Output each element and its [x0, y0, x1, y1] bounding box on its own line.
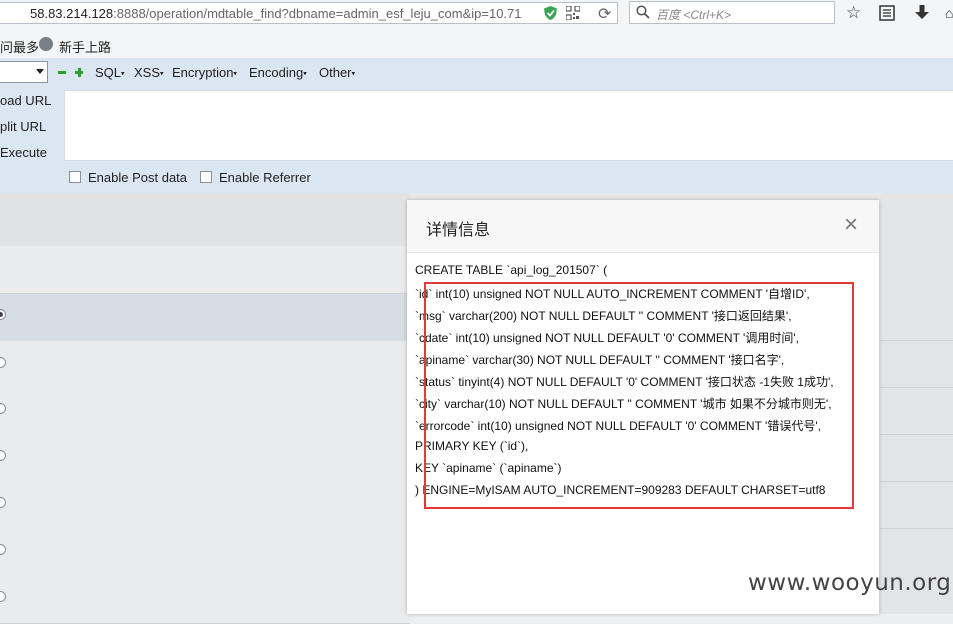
divider — [880, 481, 953, 482]
address-bar[interactable]: 58.83.214.128:8888/operation/mdtable_fin… — [0, 2, 618, 24]
watermark: www.wooyun.org — [748, 570, 952, 596]
home-icon[interactable]: ⌂ — [945, 5, 953, 21]
table-row[interactable] — [0, 341, 410, 389]
menu-encryption[interactable]: Encryption▾ — [172, 65, 237, 80]
row-radio[interactable] — [0, 403, 6, 414]
sql-line: CREATE TABLE `api_log_201507` ( — [415, 263, 608, 277]
reload-icon[interactable]: ⟳ — [598, 4, 611, 24]
search-icon — [636, 5, 650, 19]
divider — [880, 340, 953, 341]
dialog-title: 详情信息 — [426, 222, 491, 239]
row-radio[interactable] — [0, 497, 6, 508]
hackbar-select[interactable] — [0, 61, 48, 83]
dialog-header: 详情信息 × — [407, 200, 879, 253]
enable-post-label: Enable Post data — [88, 170, 188, 185]
chevron-down-icon — [36, 69, 44, 74]
table-toolbar — [0, 193, 410, 246]
divider — [880, 434, 953, 435]
bookmark-star-icon[interactable]: ☆ — [846, 3, 861, 23]
enable-referrer-label: Enable Referrer — [219, 170, 311, 185]
qr-code-icon[interactable] — [566, 6, 580, 20]
search-placeholder: 百度 <Ctrl+K> — [656, 8, 732, 22]
menu-xss[interactable]: XSS▾ — [134, 65, 164, 80]
hackbar-url-textarea[interactable] — [64, 90, 953, 161]
menu-other[interactable]: Other▾ — [319, 65, 355, 80]
row-radio[interactable] — [0, 309, 6, 320]
enable-post-checkbox[interactable] — [69, 171, 81, 183]
table-row[interactable] — [0, 435, 410, 483]
highlight-annotation-box — [424, 282, 854, 509]
execute-button[interactable]: Execute — [0, 145, 47, 160]
browser-toolbar: 58.83.214.128:8888/operation/mdtable_fin… — [0, 0, 953, 29]
plus-icon-vertical — [77, 68, 81, 77]
download-icon[interactable] — [914, 4, 930, 21]
shield-icon[interactable] — [543, 5, 558, 21]
table-row[interactable] — [0, 388, 410, 436]
bookmark-getting-started[interactable]: 新手上路 — [59, 37, 111, 56]
menu-sql[interactable]: SQL▾ — [95, 65, 125, 80]
address-url[interactable]: 58.83.214.128:8888/operation/mdtable_fin… — [30, 6, 522, 21]
bookmarks-bar — [0, 28, 953, 58]
right-pane — [880, 193, 953, 614]
menu-encoding[interactable]: Encoding▾ — [249, 65, 307, 80]
table-row[interactable] — [0, 529, 410, 577]
row-radio[interactable] — [0, 450, 6, 461]
reading-list-icon[interactable] — [879, 5, 895, 21]
close-icon[interactable]: × — [844, 213, 858, 237]
row-radio[interactable] — [0, 357, 6, 368]
split-url-button[interactable]: plit URL — [0, 119, 46, 134]
table-row[interactable] — [0, 294, 410, 342]
divider — [880, 387, 953, 388]
enable-referrer-checkbox[interactable] — [200, 171, 212, 183]
minus-icon[interactable] — [58, 71, 66, 74]
load-url-button[interactable]: oad URL — [0, 93, 51, 108]
row-radio[interactable] — [0, 591, 6, 602]
row-radio[interactable] — [0, 544, 6, 555]
table-row[interactable] — [0, 576, 410, 624]
search-box[interactable]: 百度 <Ctrl+K> — [629, 1, 835, 24]
globe-icon — [39, 37, 53, 51]
bookmark-most-visited[interactable]: 问最多 — [0, 37, 39, 56]
table-header-row — [0, 246, 410, 294]
divider — [880, 528, 953, 529]
table-row[interactable] — [0, 482, 410, 530]
